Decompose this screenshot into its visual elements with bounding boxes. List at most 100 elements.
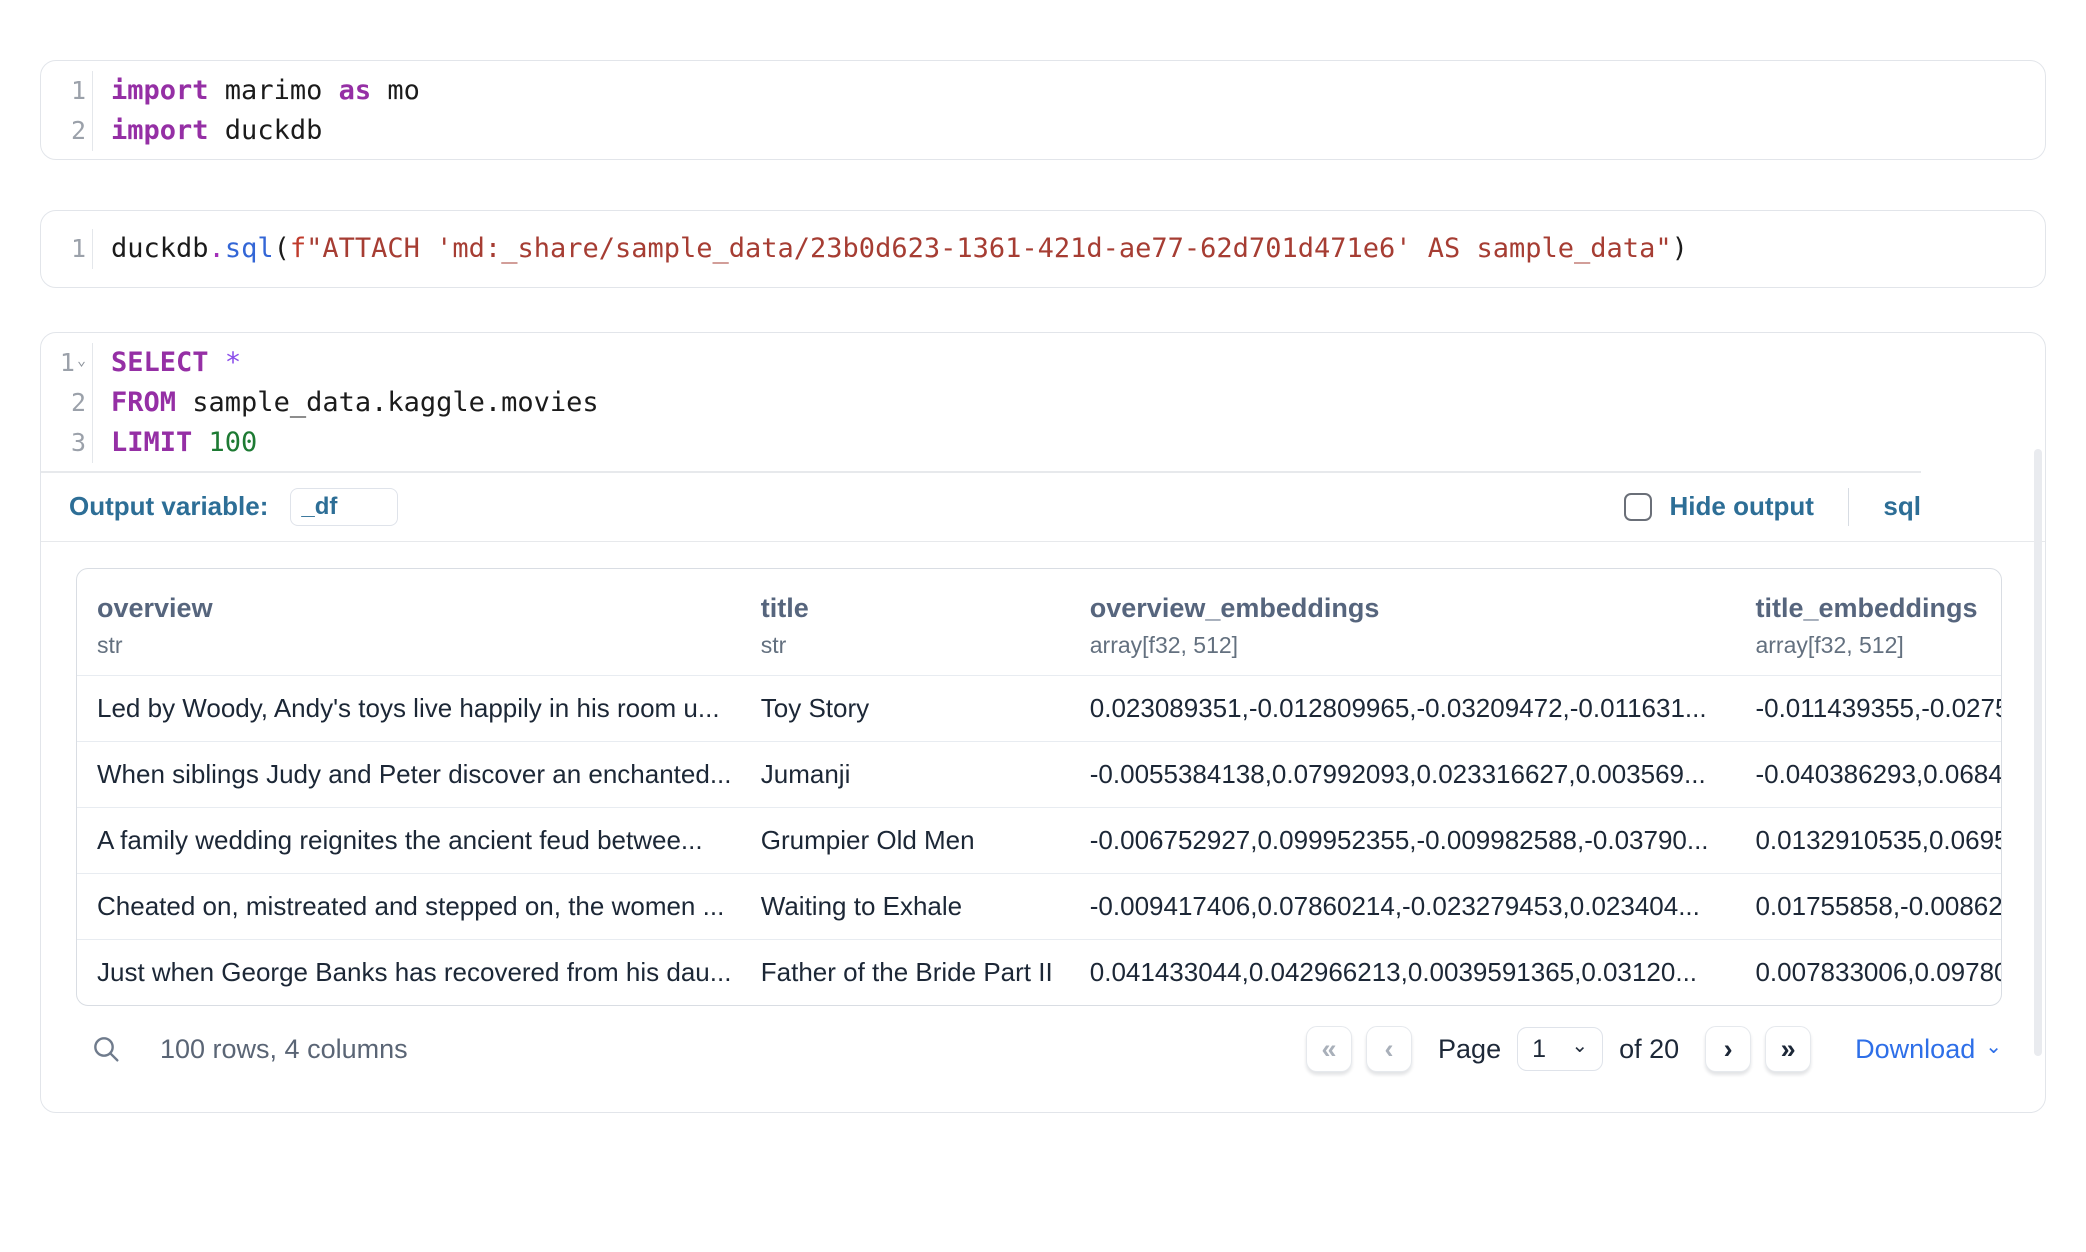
code-line: duckdb.sql(f"ATTACH 'md:_share/sample_da… <box>111 229 2045 269</box>
column-type: array[f32, 512] <box>1755 632 1981 659</box>
code-line: import marimo as mo <box>111 71 2045 111</box>
code-line: SELECT * <box>111 343 2045 383</box>
cell-title-embeddings: 0.007833006,0.097801 <box>1735 957 2001 988</box>
line-number-gutter: 1⌄ 2 3 <box>41 343 93 463</box>
table-row[interactable]: Cheated on, mistreated and stepped on, t… <box>77 873 2001 939</box>
code-token: . <box>209 233 225 264</box>
code-token: duckdb <box>209 115 323 146</box>
cell-overview: Led by Woody, Andy's toys live happily i… <box>77 693 741 724</box>
table-row[interactable]: Just when George Banks has recovered fro… <box>77 939 2001 1005</box>
page-select[interactable]: 1 ⌄ <box>1517 1027 1603 1071</box>
cell-title-embeddings: -0.011439355,-0.027525 <box>1735 693 2001 724</box>
line-number: 2 <box>71 383 86 423</box>
column-name: overview_embeddings <box>1090 593 1716 624</box>
column-header-overview-embeddings[interactable]: overview_embeddings array[f32, 512] <box>1070 593 1736 659</box>
keyword-token: SELECT <box>111 347 209 378</box>
string-token: "ATTACH 'md:_share/sample_data/23b0d623-… <box>306 233 1671 264</box>
fstring-prefix-token: f <box>290 233 306 264</box>
column-header-title[interactable]: title str <box>741 593 1070 659</box>
cell-title: Toy Story <box>741 693 1070 724</box>
cell-title: Jumanji <box>741 759 1070 790</box>
previous-page-button[interactable]: ‹ <box>1366 1026 1412 1072</box>
cell-overview: When siblings Judy and Peter discover an… <box>77 759 741 790</box>
hide-output-label: Hide output <box>1670 491 1814 522</box>
cell-title: Grumpier Old Men <box>741 825 1070 856</box>
code-token: marimo <box>209 75 339 106</box>
code-editor[interactable]: 1 2 import marimo as mo import duckdb <box>41 61 2045 159</box>
column-type: str <box>97 632 721 659</box>
download-label: Download <box>1855 1034 1975 1065</box>
code-line: FROM sample_data.kaggle.movies <box>111 383 2045 423</box>
cell-overview-embeddings: -0.009417406,0.07860214,-0.023279453,0.0… <box>1070 891 1736 922</box>
sql-console-bar: Output variable: Hide output sql <box>41 473 2045 541</box>
hide-output-checkbox[interactable] <box>1624 493 1652 521</box>
cell-title-embeddings: -0.040386293,0.068451 <box>1735 759 2001 790</box>
last-page-button[interactable]: » <box>1765 1026 1811 1072</box>
column-name: title_embeddings <box>1755 593 1981 624</box>
keyword-token: import <box>111 75 209 106</box>
keyword-token: import <box>111 115 209 146</box>
chevron-down-icon: ⌄ <box>1571 1033 1588 1058</box>
row-count-summary: 100 rows, 4 columns <box>160 1034 408 1065</box>
hide-output-toggle[interactable]: Hide output <box>1624 491 1814 522</box>
number-token: 100 <box>209 427 258 458</box>
code-content: duckdb.sql(f"ATTACH 'md:_share/sample_da… <box>93 229 2045 269</box>
cell-overview-embeddings: 0.023089351,-0.012809965,-0.03209472,-0.… <box>1070 693 1736 724</box>
code-line: import duckdb <box>111 111 2045 151</box>
vertical-scrollbar[interactable] <box>2034 449 2042 1056</box>
cell-overview-embeddings: -0.0055384138,0.07992093,0.023316627,0.0… <box>1070 759 1736 790</box>
output-variable-input[interactable] <box>290 488 398 526</box>
line-number: 1 <box>71 229 86 269</box>
first-page-button[interactable]: « <box>1306 1026 1352 1072</box>
download-button[interactable]: Download ⌄ <box>1855 1034 2002 1065</box>
table-row[interactable]: Led by Woody, Andy's toys live happily i… <box>77 675 2001 741</box>
table-row[interactable]: When siblings Judy and Peter discover an… <box>77 741 2001 807</box>
code-token: ) <box>1672 233 1688 264</box>
table-footer: 100 rows, 4 columns « ‹ Page 1 ⌄ of 20 ›… <box>76 1006 2002 1112</box>
fold-chevron-icon[interactable]: ⌄ <box>77 340 86 380</box>
line-number-gutter: 1 <box>41 229 93 269</box>
operator-token: * <box>225 347 241 378</box>
column-type: array[f32, 512] <box>1090 632 1716 659</box>
code-editor[interactable]: 1 duckdb.sql(f"ATTACH 'md:_share/sample_… <box>41 211 2045 287</box>
code-line: LIMIT 100 <box>111 423 2045 463</box>
line-number: 1 <box>71 71 86 111</box>
column-name: title <box>761 593 1050 624</box>
page-select-value: 1 <box>1532 1035 1546 1064</box>
function-token: sql <box>225 233 274 264</box>
cell-title-embeddings: 0.0132910535,0.069585 <box>1735 825 2001 856</box>
output-area: overview str title str overview_embeddin… <box>41 542 2045 1006</box>
cell-overview-embeddings: 0.041433044,0.042966213,0.0039591365,0.0… <box>1070 957 1736 988</box>
column-header-title-embeddings[interactable]: title_embeddings array[f32, 512] <box>1735 593 2001 659</box>
cell-title: Father of the Bride Part II <box>741 957 1070 988</box>
next-page-button[interactable]: › <box>1705 1026 1751 1072</box>
keyword-token: as <box>339 75 372 106</box>
column-type: str <box>761 632 1050 659</box>
column-header-overview[interactable]: overview str <box>77 593 741 659</box>
cell-title: Waiting to Exhale <box>741 891 1070 922</box>
dataframe-table: overview str title str overview_embeddin… <box>76 568 2002 1006</box>
line-number-gutter: 1 2 <box>41 71 93 151</box>
next-buttons: › » <box>1691 1026 1811 1072</box>
line-number: 1 <box>60 343 75 383</box>
code-editor[interactable]: 1⌄ 2 3 SELECT * FROM sample_data.kaggle.… <box>41 333 2045 471</box>
footer-summary: 100 rows, 4 columns <box>76 1033 408 1065</box>
line-number: 2 <box>71 111 86 151</box>
keyword-token: FROM <box>111 387 176 418</box>
chevron-down-icon: ⌄ <box>1985 1034 2002 1059</box>
search-icon[interactable] <box>90 1033 122 1065</box>
language-badge[interactable]: sql <box>1883 491 1921 522</box>
code-token: sample_data.kaggle.movies <box>176 387 599 418</box>
cell-title-embeddings: 0.01755858,-0.0086286 <box>1735 891 2001 922</box>
table-header-row: overview str title str overview_embeddin… <box>77 569 2001 675</box>
column-name: overview <box>97 593 721 624</box>
page-total-label: of 20 <box>1619 1034 1679 1065</box>
code-content: import marimo as mo import duckdb <box>93 71 2045 151</box>
notebook-cell-attach: 1 duckdb.sql(f"ATTACH 'md:_share/sample_… <box>40 210 2046 288</box>
cell-overview: Just when George Banks has recovered fro… <box>77 957 741 988</box>
code-token <box>209 347 225 378</box>
cell-overview: A family wedding reignites the ancient f… <box>77 825 741 856</box>
table-row[interactable]: A family wedding reignites the ancient f… <box>77 807 2001 873</box>
line-number: 3 <box>71 423 86 463</box>
page-label: Page <box>1438 1034 1501 1065</box>
